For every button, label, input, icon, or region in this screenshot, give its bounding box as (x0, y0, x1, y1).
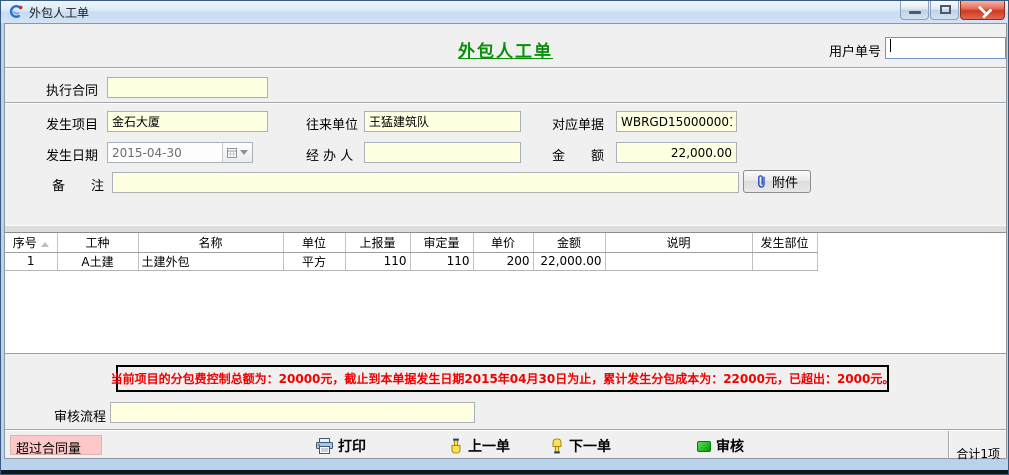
detail-table-area: 序号 工种 名称 单位 上报量 审定量 单价 金额 说明 发生部位 1 (5, 233, 1006, 354)
table-header-row: 序号 工种 名称 单位 上报量 审定量 单价 金额 说明 发生部位 (5, 233, 817, 252)
budget-warning-text: 当前项目的分包费控制总额为：20000元，截止到本单据发生日期2015年04月3… (111, 370, 895, 387)
counterparty-input[interactable] (364, 111, 521, 132)
status-badge: 超过合同量 (10, 435, 102, 455)
paperclip-icon (756, 174, 767, 189)
handler-label: 经 办 人 (306, 145, 353, 164)
col-header-approved-qty[interactable]: 审定量 (410, 233, 473, 252)
window-controls (899, 1, 1005, 20)
maximize-button[interactable] (930, 1, 959, 20)
col-header-note[interactable]: 说明 (605, 233, 752, 252)
col-header-amount[interactable]: 金额 (533, 233, 605, 252)
col-header-location[interactable]: 发生部位 (752, 233, 817, 252)
statusbar-separator (948, 431, 950, 458)
col-header-name[interactable]: 名称 (138, 233, 283, 252)
user-no-input[interactable] (885, 37, 1006, 59)
hand-down-icon (550, 438, 564, 454)
attachment-button[interactable]: 附件 (743, 170, 811, 193)
remark-input[interactable] (112, 172, 739, 193)
cell-worktype[interactable]: A土建 (57, 252, 138, 270)
handler-input[interactable] (364, 142, 521, 163)
print-button-label: 打印 (338, 436, 366, 456)
cell-reported-qty[interactable]: 110 (345, 252, 410, 270)
text-caret (890, 39, 891, 52)
amount-input[interactable] (616, 142, 737, 163)
chevron-down-icon (240, 150, 248, 155)
cell-location[interactable] (752, 252, 817, 270)
detail-table: 序号 工种 名称 单位 上报量 审定量 单价 金额 说明 发生部位 1 (5, 233, 818, 271)
col-header-reported-qty[interactable]: 上报量 (345, 233, 410, 252)
divider (5, 67, 1006, 69)
project-label: 发生项目 (46, 114, 98, 133)
date-label: 发生日期 (46, 145, 98, 164)
date-picker[interactable]: 2015-04-30 (107, 142, 253, 163)
audit-button-label: 审核 (716, 436, 744, 456)
window-bottom-edge (1, 470, 1008, 474)
audit-button[interactable]: 审核 (697, 436, 744, 456)
form-panel: 外包人工单 用户单号 执行合同 发生项目 往来单位 对应单据 发生日期 2015… (4, 23, 1007, 459)
cell-seq[interactable]: 1 (5, 252, 57, 270)
splitter-bar (5, 225, 1006, 233)
col-header-seq[interactable]: 序号 (5, 233, 57, 252)
exec-contract-label: 执行合同 (46, 80, 98, 99)
audit-green-icon (697, 441, 711, 452)
cell-unit-price[interactable]: 200 (473, 252, 533, 270)
divider (5, 102, 1006, 104)
doc-no-label: 对应单据 (552, 114, 604, 133)
maximize-icon (940, 5, 951, 14)
print-button[interactable]: 打印 (316, 436, 366, 456)
window-title: 外包人工单 (29, 4, 89, 21)
amount-label: 金 额 (552, 145, 604, 164)
cell-unit[interactable]: 平方 (283, 252, 345, 270)
col-header-unit-price[interactable]: 单价 (473, 233, 533, 252)
previous-order-button[interactable]: 上一单 (449, 436, 510, 456)
minimize-button[interactable] (900, 1, 929, 20)
table-row[interactable]: 1 A土建 土建外包 平方 110 110 200 22,000.00 (5, 252, 817, 270)
cell-approved-qty[interactable]: 110 (410, 252, 473, 270)
doc-no-input[interactable] (616, 111, 737, 132)
review-flow-input[interactable] (110, 402, 475, 423)
divider (5, 429, 1006, 431)
minimize-icon (909, 11, 921, 14)
close-button[interactable] (960, 1, 1005, 20)
counterparty-label: 往来单位 (306, 114, 358, 133)
date-value: 2015-04-30 (108, 146, 222, 160)
next-order-label: 下一单 (569, 436, 611, 456)
cell-name[interactable]: 土建外包 (138, 252, 283, 270)
next-order-button[interactable]: 下一单 (550, 436, 611, 456)
calendar-dropdown-button[interactable] (222, 143, 252, 162)
col-header-worktype[interactable]: 工种 (57, 233, 138, 252)
calendar-icon (227, 148, 237, 158)
project-input[interactable] (107, 111, 268, 132)
cell-note[interactable] (605, 252, 752, 270)
app-swirl-icon (8, 4, 24, 20)
printer-icon (316, 438, 333, 454)
exec-contract-input[interactable] (107, 77, 268, 98)
col-header-unit[interactable]: 单位 (283, 233, 345, 252)
user-no-label: 用户单号 (829, 41, 881, 60)
app-window: 外包人工单 外包人工单 用户单号 执行合同 发生项目 往来单位 对应单据 发生日… (0, 0, 1009, 475)
total-count-label: 合计1项 (956, 445, 1000, 462)
titlebar[interactable]: 外包人工单 (1, 1, 1008, 23)
previous-order-label: 上一单 (468, 436, 510, 456)
attachment-button-label: 附件 (772, 172, 798, 191)
hand-up-icon (449, 438, 463, 454)
sort-ascending-icon (41, 242, 49, 247)
review-flow-label: 审核流程 (54, 406, 106, 425)
budget-warning-box: 当前项目的分包费控制总额为：20000元，截止到本单据发生日期2015年04月3… (116, 365, 889, 392)
remark-label: 备 注 (52, 175, 104, 194)
cell-amount[interactable]: 22,000.00 (533, 252, 605, 270)
